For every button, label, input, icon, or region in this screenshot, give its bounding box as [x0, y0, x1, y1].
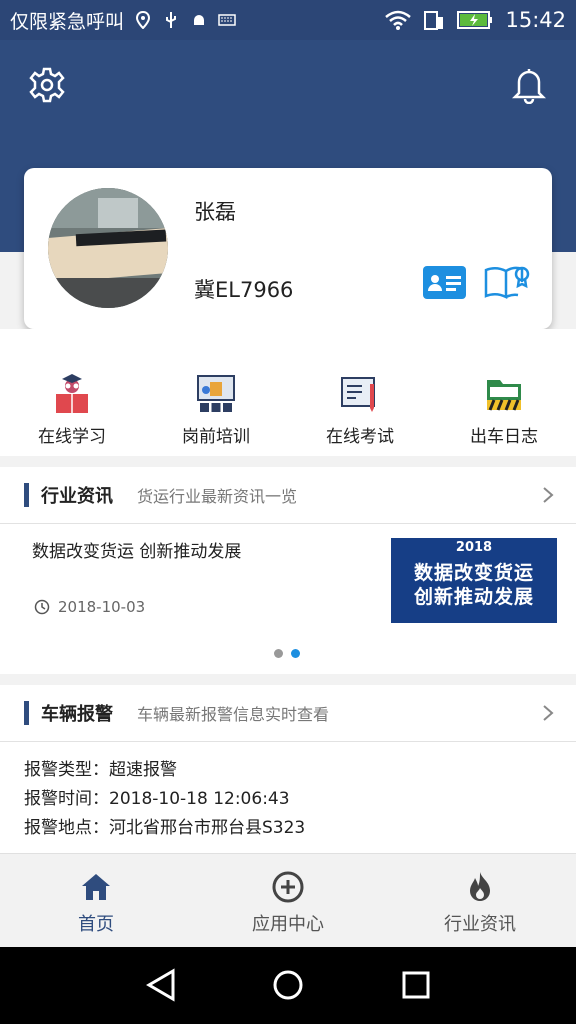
alarm-type: 报警类型：超速报警 [24, 760, 177, 780]
news-section-subtitle: 货运行业最新资讯一览 [137, 487, 298, 506]
tab-home[interactable]: 首页 [0, 854, 192, 947]
battery-charging-icon [457, 11, 493, 29]
quick-actions: 在线学习 岗前培训 在线考试 出车日志 [0, 329, 576, 456]
tab-label: 行业资讯 [444, 914, 516, 935]
log-folder-icon [487, 380, 521, 411]
alarm-section-subtitle: 车辆最新报警信息实时查看 [137, 705, 330, 724]
quick-item-training[interactable]: 岗前培训 [144, 329, 288, 456]
news-item-title[interactable]: 数据改变货运 创新推动发展 [32, 537, 241, 562]
alarm-section: 车辆报警 车辆最新报警信息实时查看 报警类型：超速报警 报警时间：2018-10… [0, 685, 576, 853]
android-icon [194, 15, 205, 25]
plate-number: 冀EL7966 [194, 278, 294, 302]
sim-icon [424, 11, 444, 30]
section-accent-bar [24, 701, 29, 725]
carrier-text: 仅限紧急呼叫 [10, 10, 125, 33]
id-card-icon[interactable] [423, 266, 466, 299]
clock: 15:42 [505, 8, 566, 32]
bell-icon[interactable] [512, 66, 546, 104]
carousel-dot-active[interactable] [291, 649, 300, 658]
plus-circle-icon [272, 871, 304, 903]
recents-icon[interactable] [398, 967, 434, 1003]
news-item-date-row: 2018-10-03 [34, 598, 145, 616]
alarm-time: 报警时间：2018-10-18 12:06:43 [24, 789, 290, 809]
news-item-date: 2018-10-03 [58, 598, 146, 616]
quick-item-label: 岗前培训 [182, 427, 250, 447]
wifi-icon [385, 10, 412, 30]
news-item-image[interactable]: 2018 数据改变货运 创新推动发展 [391, 538, 557, 623]
bottom-tab-bar: 首页 应用中心 行业资讯 [0, 853, 576, 947]
exam-icon [341, 377, 375, 412]
news-image-line3: 创新推动发展 [413, 586, 534, 608]
quick-item-label: 在线学习 [38, 427, 106, 447]
quick-item-exam[interactable]: 在线考试 [288, 329, 432, 456]
gear-icon[interactable] [28, 66, 66, 104]
alarm-section-title: 车辆报警 [41, 704, 113, 725]
carousel-indicator [274, 649, 300, 658]
avatar[interactable] [48, 188, 168, 308]
flame-icon [470, 872, 490, 901]
user-name: 张磊 [194, 200, 236, 224]
system-nav-bar [0, 947, 576, 1024]
home-circle-icon[interactable] [270, 967, 306, 1003]
location-icon [136, 11, 151, 29]
news-image-year: 2018 [455, 540, 493, 555]
alarm-section-header[interactable]: 车辆报警 车辆最新报警信息实时查看 [0, 685, 576, 742]
tab-app-center[interactable]: 应用中心 [192, 854, 384, 947]
online-study-icon [56, 374, 88, 413]
chevron-right-icon[interactable] [542, 704, 554, 722]
news-section-title: 行业资讯 [41, 486, 113, 507]
quick-item-label: 在线考试 [326, 427, 394, 447]
tab-label: 应用中心 [252, 914, 324, 935]
news-section: 行业资讯 货运行业最新资讯一览 数据改变货运 创新推动发展 2018-10-03… [0, 467, 576, 674]
clock-icon [34, 599, 50, 615]
usb-icon [166, 12, 177, 28]
quick-item-trip-log[interactable]: 出车日志 [432, 329, 576, 456]
tab-label: 首页 [78, 914, 114, 935]
tab-industry-news[interactable]: 行业资讯 [384, 854, 576, 947]
status-bar: 仅限紧急呼叫 15:42 [0, 0, 576, 40]
section-accent-bar [24, 483, 29, 507]
home-icon [82, 874, 110, 900]
back-icon[interactable] [143, 967, 179, 1003]
keyboard-icon [218, 14, 236, 26]
quick-item-online-study[interactable]: 在线学习 [0, 329, 144, 456]
chevron-right-icon[interactable] [542, 486, 554, 504]
carousel-dot[interactable] [274, 649, 283, 658]
news-image-line2: 数据改变货运 [413, 562, 534, 584]
book-certificate-icon[interactable] [484, 264, 530, 300]
alarm-location: 报警地点：河北省邢台市邢台县S323 [24, 818, 306, 838]
quick-item-label: 出车日志 [470, 427, 538, 447]
profile-card[interactable]: 张磊 冀EL7966 [24, 168, 552, 329]
news-section-header[interactable]: 行业资讯 货运行业最新资讯一览 [0, 467, 576, 524]
avatar-photo [48, 188, 168, 308]
training-icon [197, 375, 235, 412]
